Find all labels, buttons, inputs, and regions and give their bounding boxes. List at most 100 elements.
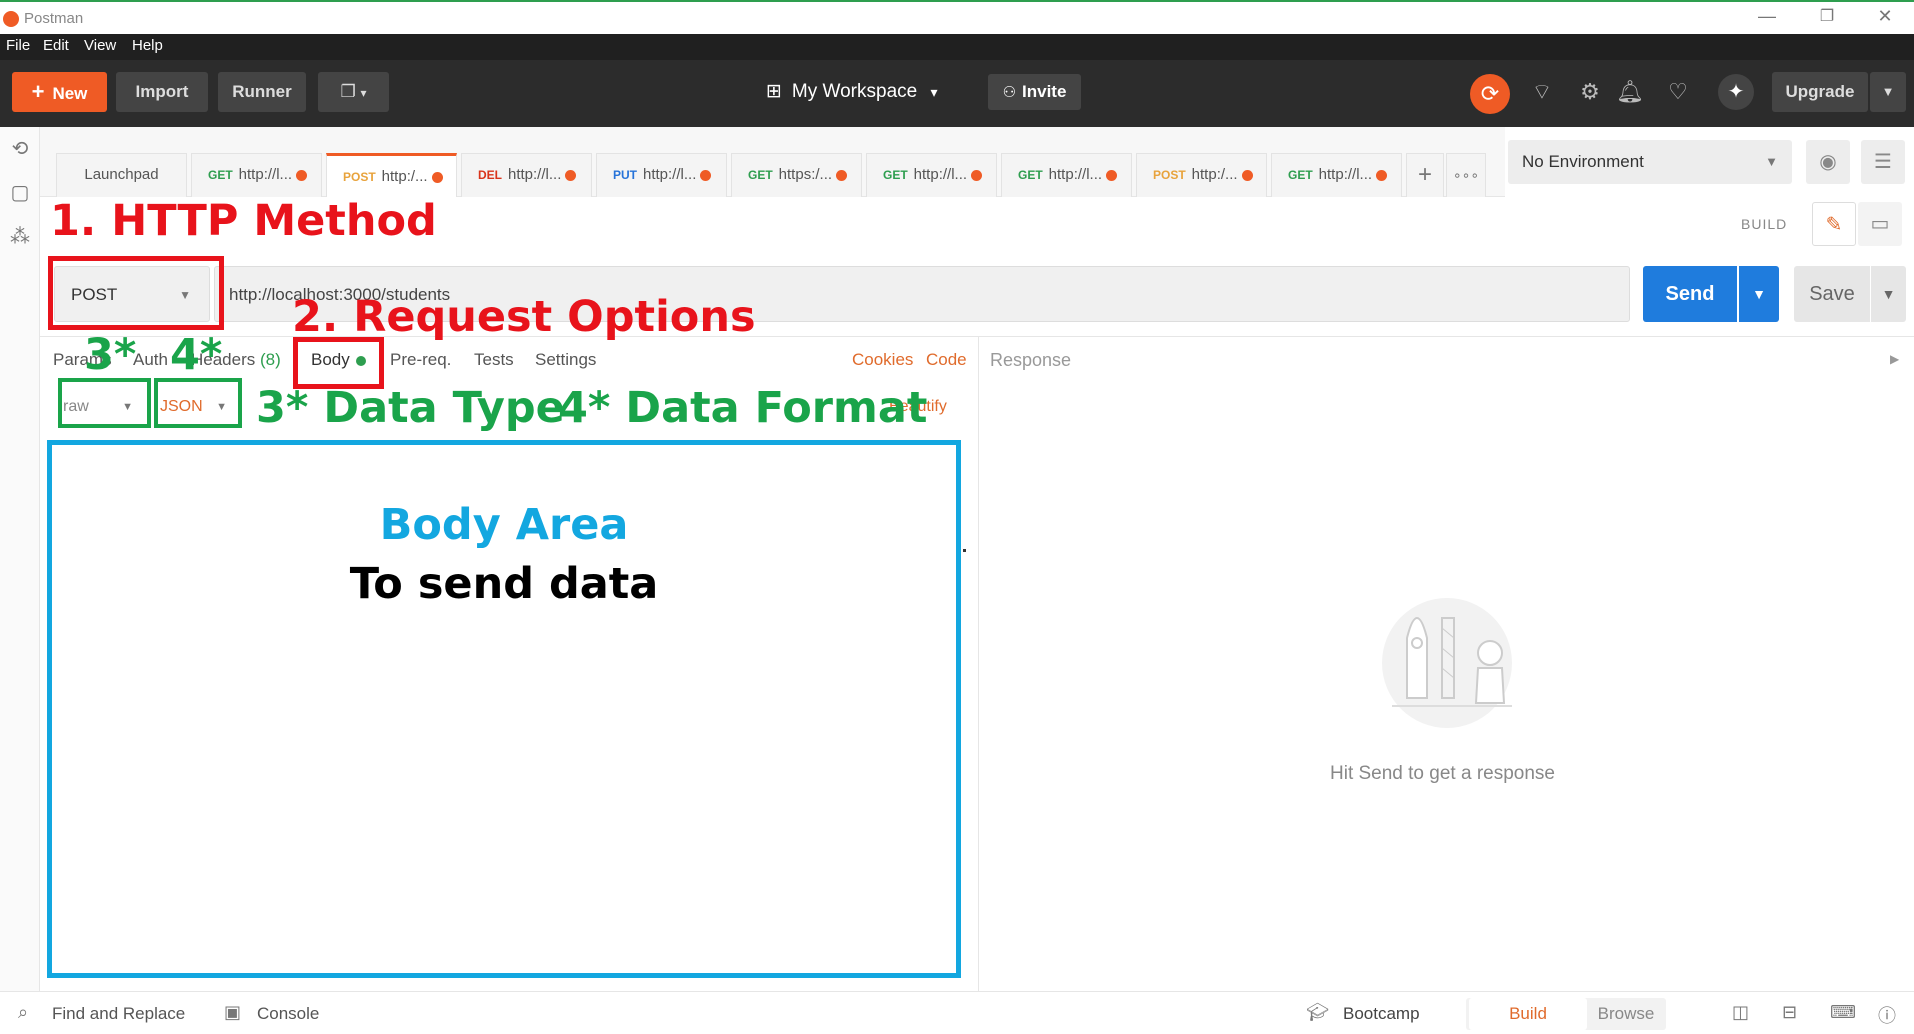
empty-response-message: Hit Send to get a response: [1330, 763, 1555, 784]
tab-url: http://l...: [913, 166, 968, 183]
tab-method: POST: [343, 170, 376, 184]
window-icon: ❐: [340, 82, 356, 101]
tab-request[interactable]: GET http://l...: [191, 153, 322, 197]
menu-help[interactable]: Help: [132, 37, 163, 54]
tab-url: http://l...: [238, 166, 293, 183]
title-bar: Postman — ❐ ✕: [0, 0, 1914, 34]
tab-request[interactable]: GET http://l...: [1271, 153, 1402, 197]
save-button[interactable]: Save: [1794, 266, 1870, 322]
environment-select[interactable]: No Environment ▼: [1508, 140, 1792, 184]
header-toolbar: + New Import Runner ❐ ▾ ⊞ My Workspace ▾ ⚇…: [0, 60, 1914, 127]
tab-auth[interactable]: Auth: [133, 350, 168, 370]
layout-icon[interactable]: ⊟: [1782, 1002, 1797, 1023]
menu-bar: File Edit View Help: [0, 34, 1914, 60]
gear-icon[interactable]: ⚙: [1572, 74, 1608, 110]
keyboard-icon[interactable]: ⌨: [1830, 1002, 1856, 1023]
two-pane-icon[interactable]: ◫: [1732, 1002, 1749, 1023]
code-link[interactable]: Code: [926, 350, 967, 370]
send-button[interactable]: Send: [1643, 266, 1737, 322]
tab-request[interactable]: GET http://l...: [1001, 153, 1132, 197]
bell-icon[interactable]: 🔔︎: [1612, 74, 1648, 110]
upgrade-button[interactable]: Upgrade: [1772, 72, 1868, 112]
pencil-icon[interactable]: ✎: [1812, 202, 1856, 246]
close-button[interactable]: ✕: [1870, 6, 1900, 27]
data-format-highlight: [154, 378, 242, 428]
grid-icon: ⊞: [766, 81, 782, 102]
tab-request[interactable]: PUT http://l...: [596, 153, 727, 197]
import-button[interactable]: Import: [116, 72, 208, 112]
send-dropdown-button[interactable]: ▼: [1739, 266, 1779, 322]
chevron-down-icon: ▼: [1765, 154, 1778, 169]
find-replace-button[interactable]: Find and Replace: [52, 1004, 185, 1024]
tab-method: GET: [208, 168, 233, 182]
invite-button[interactable]: ⚇ Invite: [988, 74, 1081, 110]
request-options-annotation: 2. Request Options: [292, 292, 756, 342]
tab-url: https:/...: [778, 166, 833, 183]
help-icon[interactable]: ⓘ: [1878, 1002, 1896, 1028]
body-area-annotation: Body Area: [379, 500, 629, 550]
minimize-button[interactable]: —: [1752, 6, 1782, 27]
upgrade-dropdown-button[interactable]: ▼: [1870, 72, 1906, 112]
unsaved-dot-icon: [431, 171, 443, 183]
new-button-label: New: [52, 84, 88, 103]
mode-label: BUILD: [1741, 216, 1788, 232]
heart-icon[interactable]: ♡: [1660, 74, 1696, 110]
history-icon[interactable]: ⟲: [6, 135, 34, 163]
tab-prereq[interactable]: Pre-req.: [390, 350, 451, 370]
plus-icon: +: [31, 79, 45, 104]
menu-edit[interactable]: Edit: [43, 37, 69, 54]
tab-tests[interactable]: Tests: [474, 350, 514, 370]
tab-request-active[interactable]: POST http:/...: [326, 153, 457, 197]
add-tab-button[interactable]: +: [1406, 153, 1444, 197]
add-user-icon: ⚇: [1002, 84, 1017, 101]
new-button[interactable]: + New: [12, 72, 107, 112]
postman-logo-icon: [3, 11, 19, 27]
settings-sliders-icon[interactable]: ☰: [1861, 140, 1905, 184]
bootcamp-button[interactable]: Bootcamp: [1343, 1004, 1420, 1024]
sparkle-icon[interactable]: ✦: [1718, 74, 1754, 110]
runner-button[interactable]: Runner: [218, 72, 306, 112]
eye-icon[interactable]: ◉: [1806, 140, 1850, 184]
tab-url: http:/...: [1191, 166, 1238, 183]
sync-icon[interactable]: ⟳: [1470, 74, 1510, 114]
chevron-right-icon[interactable]: ▶: [1890, 352, 1899, 366]
workspace-selector[interactable]: ⊞ My Workspace ▾: [766, 74, 938, 110]
satellite-icon[interactable]: ⌔: [1524, 74, 1560, 110]
menu-view[interactable]: View: [84, 37, 116, 54]
invite-label: Invite: [1022, 82, 1067, 101]
postman-window: Postman — ❐ ✕ File Edit View Help + New I…: [0, 0, 1914, 1034]
pane-divider[interactable]: [978, 336, 979, 991]
maximize-button[interactable]: ❐: [1812, 6, 1842, 26]
collections-icon[interactable]: ▢: [6, 179, 34, 207]
unsaved-dot-icon: [700, 169, 712, 181]
tab-request[interactable]: POST http:/...: [1136, 153, 1267, 197]
unsaved-dot-icon: [296, 169, 308, 181]
tab-request[interactable]: GET http://l...: [866, 153, 997, 197]
body-tab-highlight: [293, 337, 384, 389]
more-tabs-icon[interactable]: ∘∘∘: [1446, 153, 1486, 197]
rocket-illustration-icon: [1382, 598, 1512, 728]
chevron-down-icon: ▾: [930, 84, 938, 100]
build-mode-button[interactable]: Build: [1469, 998, 1587, 1030]
tab-launchpad[interactable]: Launchpad: [56, 153, 187, 197]
console-button[interactable]: Console: [257, 1004, 319, 1024]
new-window-button[interactable]: ❐ ▾: [318, 72, 389, 112]
headers-count-badge: (8): [260, 350, 281, 369]
search-icon: ⌕: [18, 1002, 29, 1022]
status-bar: ⌕ Find and Replace ▣ Console 🎓︎ Bootcamp…: [0, 991, 1914, 1034]
left-sidebar: ⟲ ▢ ⁂: [0, 127, 40, 991]
tab-method: GET: [748, 168, 773, 182]
tab-request[interactable]: DEL http://l...: [461, 153, 592, 197]
save-dropdown-button[interactable]: ▼: [1871, 266, 1906, 322]
tab-settings[interactable]: Settings: [535, 350, 596, 370]
comment-icon[interactable]: ▭: [1858, 202, 1902, 246]
data-format-annotation: 4* Data Format: [558, 383, 928, 433]
apis-icon[interactable]: ⁂: [6, 223, 34, 251]
menu-file[interactable]: File: [6, 37, 30, 54]
tab-request[interactable]: GET https:/...: [731, 153, 862, 197]
response-label: Response: [990, 350, 1072, 370]
unsaved-dot-icon: [1241, 169, 1253, 181]
cookies-link[interactable]: Cookies: [852, 350, 913, 370]
browse-mode-button[interactable]: Browse: [1588, 998, 1664, 1030]
scrollbar-mark: [963, 549, 966, 552]
